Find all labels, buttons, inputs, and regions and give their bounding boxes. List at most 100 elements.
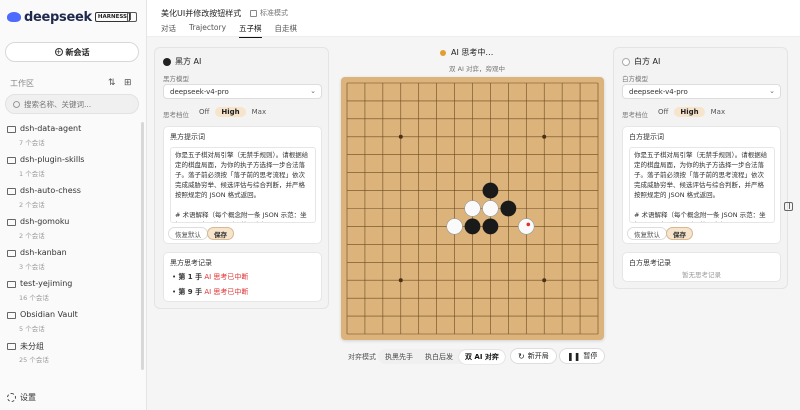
log-item: • 第 9 手 AI 思考已中断 bbox=[172, 288, 249, 296]
black-stone bbox=[464, 218, 481, 235]
folder-icon bbox=[7, 157, 16, 164]
new-game-label: 新开局 bbox=[527, 352, 549, 360]
black-log-title: 黑方思考记录 bbox=[170, 259, 212, 267]
folder-item[interactable]: Obsidian Vault 5 个会话 bbox=[7, 309, 137, 337]
search-box[interactable] bbox=[5, 94, 139, 114]
black-save-button[interactable]: 保存 bbox=[207, 227, 234, 240]
board-grid[interactable] bbox=[341, 77, 604, 340]
mode-label: 对弈模式 bbox=[348, 352, 376, 361]
settings-button[interactable]: 设置 bbox=[7, 392, 36, 403]
black-ai-panel: 黑方 AI 黑方模型 deepseek-v4-pro ⌄ 思考档位 Off Hi… bbox=[154, 47, 329, 309]
tab-auto-chess[interactable]: 自走棋 bbox=[275, 23, 298, 38]
white-reset-button[interactable]: 恢复默认 bbox=[627, 227, 667, 240]
think-option-max[interactable]: Max bbox=[246, 107, 272, 117]
folder-icon bbox=[7, 281, 16, 288]
black-stone bbox=[500, 200, 517, 217]
folder-item[interactable]: dsh-gomoku 2 个会话 bbox=[7, 216, 137, 244]
folder-count: 2 个会话 bbox=[19, 232, 45, 240]
folder-icon bbox=[7, 219, 16, 226]
search-input[interactable] bbox=[24, 99, 124, 109]
white-log-card: 白方思考记录 暂无思考记录 bbox=[622, 252, 781, 282]
right-panel-toggle-icon[interactable] bbox=[784, 202, 793, 211]
black-model-select[interactable]: deepseek-v4-pro ⌄ bbox=[163, 84, 322, 99]
think-option-off[interactable]: Off bbox=[652, 107, 674, 117]
black-stone-icon bbox=[163, 57, 171, 66]
white-prompt-title: 白方提示词 bbox=[629, 133, 664, 141]
mode-option-dual-ai[interactable]: 双 AI 对弈 bbox=[459, 349, 505, 364]
log-status: AI 思考已中断 bbox=[204, 288, 249, 296]
pause-button[interactable]: ❚❚ 暂停 bbox=[559, 348, 606, 364]
new-chat-label: 新会话 bbox=[65, 47, 90, 57]
gomoku-board[interactable] bbox=[341, 77, 604, 340]
folder-item[interactable]: dsh-data-agent 7 个会话 bbox=[7, 123, 137, 151]
sidebar-scrollbar[interactable] bbox=[141, 122, 144, 370]
white-think-label: 思考档位 bbox=[622, 111, 648, 119]
white-save-button[interactable]: 保存 bbox=[666, 227, 693, 240]
tab-gomoku[interactable]: 五子棋 bbox=[239, 23, 262, 38]
refresh-icon: ↻ bbox=[518, 351, 525, 361]
mode-tag[interactable]: 标准模式 bbox=[250, 8, 288, 18]
game-status-sub: 双 AI 对弈，旁观中 bbox=[449, 65, 505, 73]
folder-count: 1 个会话 bbox=[19, 170, 45, 178]
white-think-selector: Off High Max bbox=[652, 107, 731, 117]
folder-name: test-yejiming bbox=[20, 279, 73, 288]
folder-icon bbox=[7, 312, 16, 319]
black-stone bbox=[482, 182, 499, 199]
game-status: AI 思考中… bbox=[440, 47, 493, 58]
black-think-label: 思考档位 bbox=[163, 111, 189, 119]
white-prompt-card: 白方提示词 你是五子棋对局引擎（无禁手规则）。请根据给定的棋盘局面，为你的执子方… bbox=[622, 126, 781, 244]
black-model-label: 黑方模型 bbox=[163, 75, 189, 83]
new-game-button[interactable]: ↻ 新开局 bbox=[510, 348, 557, 364]
black-reset-button[interactable]: 恢复默认 bbox=[168, 227, 208, 240]
think-option-max[interactable]: Max bbox=[705, 107, 731, 117]
folder-item[interactable]: test-yejiming 16 个会话 bbox=[7, 278, 137, 306]
tab-chat[interactable]: 对话 bbox=[161, 23, 176, 38]
sidebar-toggle-icon[interactable] bbox=[127, 12, 137, 22]
folder-item[interactable]: dsh-kanban 3 个会话 bbox=[7, 247, 137, 275]
white-stone bbox=[464, 200, 481, 217]
folder-name: dsh-gomoku bbox=[20, 217, 70, 226]
new-chat-button[interactable]: + 新会话 bbox=[5, 42, 139, 62]
folder-item[interactable]: dsh-plugin-skills 1 个会话 bbox=[7, 154, 137, 182]
log-move: 第 9 手 bbox=[178, 288, 203, 296]
folder-icon bbox=[7, 188, 16, 195]
think-option-off[interactable]: Off bbox=[193, 107, 215, 117]
folder-item[interactable]: dsh-auto-chess 2 个会话 bbox=[7, 185, 137, 213]
folder-name: Obsidian Vault bbox=[20, 310, 78, 319]
folder-count: 25 个会话 bbox=[19, 356, 49, 364]
white-ai-panel: 白方 AI 白方模型 deepseek-v4-pro ⌄ 思考档位 Off Hi… bbox=[613, 47, 788, 289]
new-folder-icon[interactable]: ⊞ bbox=[124, 78, 132, 88]
white-model-select[interactable]: deepseek-v4-pro ⌄ bbox=[622, 84, 781, 99]
folder-icon bbox=[7, 250, 16, 257]
folder-name: dsh-auto-chess bbox=[20, 186, 81, 195]
sidebar: deepseek HARNESS + 新会话 工作区 ⇅ ⊞ dsh-data-… bbox=[0, 0, 147, 410]
pause-label: 暂停 bbox=[583, 352, 598, 360]
white-log-title: 白方思考记录 bbox=[629, 259, 671, 267]
folder-count: 5 个会话 bbox=[19, 325, 45, 333]
tab-trajectory[interactable]: Trajectory bbox=[189, 23, 226, 38]
harness-badge: HARNESS bbox=[94, 12, 131, 22]
game-status-text: AI 思考中… bbox=[451, 48, 494, 57]
star-point bbox=[542, 278, 547, 283]
project-title: 美化UI并修改按钮样式 bbox=[161, 9, 242, 18]
black-prompt-textarea[interactable]: 你是五子棋对局引擎（无禁手规则）。请根据给定的棋盘局面，为你的执子方选择一步合法… bbox=[170, 147, 316, 223]
folder-item[interactable]: 未分组 25 个会话 bbox=[7, 340, 137, 368]
think-option-high[interactable]: High bbox=[215, 107, 246, 117]
mode-option-white-second[interactable]: 执白后发 bbox=[419, 350, 459, 364]
white-prompt-textarea[interactable]: 你是五子棋对局引擎（无禁手规则）。请根据给定的棋盘局面，为你的执子方选择一步合法… bbox=[629, 147, 775, 223]
folder-name: dsh-kanban bbox=[20, 248, 67, 257]
folder-icon bbox=[7, 126, 16, 133]
white-stone bbox=[482, 200, 499, 217]
black-model-value: deepseek-v4-pro bbox=[170, 88, 229, 96]
black-stone bbox=[482, 218, 499, 235]
star-point bbox=[398, 278, 403, 283]
whale-logo-icon bbox=[7, 12, 21, 22]
white-stone bbox=[446, 218, 463, 235]
status-dot-icon bbox=[440, 49, 446, 56]
think-option-high[interactable]: High bbox=[674, 107, 705, 117]
black-prompt-text: 你是五子棋对局引擎（无禁手规则）。请根据给定的棋盘局面，为你的执子方选择一步合法… bbox=[175, 151, 309, 222]
logo: deepseek HARNESS bbox=[7, 9, 131, 25]
mode-option-black-first[interactable]: 执黑先手 bbox=[379, 350, 419, 364]
white-stone-icon bbox=[622, 57, 630, 66]
sort-icon[interactable]: ⇅ bbox=[108, 78, 116, 88]
